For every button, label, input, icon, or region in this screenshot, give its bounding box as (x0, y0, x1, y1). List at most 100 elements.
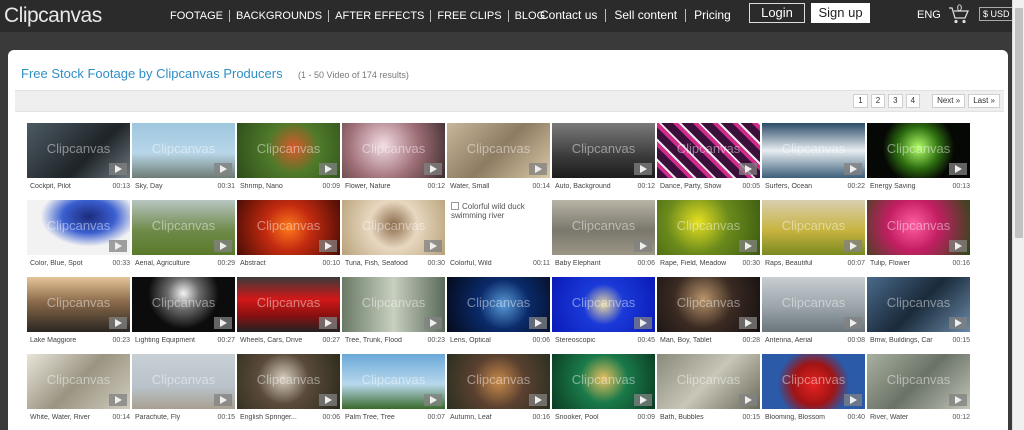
clip-card[interactable]: Clipcanvas Tulip, Flower 00:16 (867, 200, 972, 270)
clip-thumbnail[interactable]: Clipcanvas (342, 200, 445, 255)
clip-thumbnail[interactable]: Clipcanvas (762, 123, 865, 178)
clip-title[interactable]: Color, Blue, Spot (30, 260, 100, 267)
clip-card[interactable]: Clipcanvas Raps, Beautiful 00:07 (762, 200, 867, 270)
clip-title[interactable]: Lighting Equipment (135, 337, 205, 344)
play-icon[interactable] (949, 394, 967, 406)
clip-card[interactable]: Clipcanvas Tuna, Fish, Seafood 00:30 (342, 200, 447, 270)
play-icon[interactable] (214, 240, 232, 252)
clip-card[interactable]: Clipcanvas Rape, Field, Meadow 00:30 (657, 200, 762, 270)
page-scrollbar[interactable] (1012, 0, 1024, 430)
play-icon[interactable] (949, 163, 967, 175)
clip-title[interactable]: Aerial, Agriculture (135, 260, 205, 267)
clip-thumbnail[interactable]: Clipcanvas (132, 200, 235, 255)
clip-card[interactable]: Clipcanvas Water, Small 00:14 (447, 123, 552, 193)
clip-card[interactable]: Clipcanvas Lens, Optical 00:06 (447, 277, 552, 347)
clip-title[interactable]: Sky, Day (135, 183, 205, 190)
play-icon[interactable] (319, 240, 337, 252)
clip-thumbnail[interactable]: Clipcanvas (867, 200, 970, 255)
nav-free-clips[interactable]: FREE CLIPS (431, 10, 509, 22)
nav-pricing[interactable]: Pricing (686, 9, 739, 22)
clip-thumbnail[interactable]: Clipcanvas (237, 200, 340, 255)
clip-title[interactable]: Wheels, Cars, Drive (240, 337, 310, 344)
nav-sell-content[interactable]: Sell content (606, 9, 687, 22)
play-icon[interactable] (844, 317, 862, 329)
page-2[interactable]: 2 (870, 94, 886, 108)
clip-thumbnail[interactable]: Clipcanvas (552, 277, 655, 332)
clip-thumbnail[interactable]: Clipcanvas (657, 123, 760, 178)
clip-thumbnail[interactable]: Clipcanvas (762, 354, 865, 409)
nav-footage[interactable]: FOOTAGE (170, 10, 230, 22)
clip-thumbnail[interactable]: Clipcanvas (27, 354, 130, 409)
nav-backgrounds[interactable]: BACKGROUNDS (230, 10, 330, 22)
clip-thumbnail[interactable]: Clipcanvas (552, 200, 655, 255)
clip-thumbnail[interactable]: Clipcanvas (552, 354, 655, 409)
login-button[interactable]: Login (749, 3, 805, 23)
clip-thumbnail[interactable]: Clipcanvas (762, 277, 865, 332)
clip-title[interactable]: Autumn, Leaf (450, 414, 520, 421)
clip-card[interactable]: Clipcanvas Lake Maggiore 00:23 (27, 277, 132, 347)
clip-card[interactable]: Clipcanvas Man, Boy, Tablet 00:28 (657, 277, 762, 347)
clip-card[interactable]: Clipcanvas White, Water, River 00:14 (27, 354, 132, 424)
clip-card[interactable]: Colorful wild duck swimming river Colorfu… (447, 200, 552, 270)
clip-thumbnail[interactable]: Clipcanvas (132, 277, 235, 332)
nav-after-effects[interactable]: AFTER EFFECTS (329, 10, 432, 22)
clip-thumbnail[interactable]: Clipcanvas (657, 277, 760, 332)
clip-thumbnail[interactable]: Clipcanvas (447, 277, 550, 332)
clip-title[interactable]: Rape, Field, Meadow (660, 260, 730, 267)
clip-title[interactable]: Tree, Trunk, Flood (345, 337, 415, 344)
clip-thumbnail[interactable]: Clipcanvas (237, 354, 340, 409)
clip-title[interactable]: Snooker, Pool (555, 414, 625, 421)
clip-thumbnail[interactable]: Clipcanvas (342, 277, 445, 332)
clip-thumbnail[interactable]: Clipcanvas (657, 354, 760, 409)
page-3[interactable]: 3 (888, 94, 903, 108)
broken-thumbnail[interactable]: Colorful wild duck swimming river (447, 200, 550, 255)
play-icon[interactable] (739, 163, 757, 175)
clip-card[interactable]: Clipcanvas Aerial, Agriculture 00:29 (132, 200, 237, 270)
play-icon[interactable] (214, 317, 232, 329)
play-icon[interactable] (214, 394, 232, 406)
clip-title[interactable]: Raps, Beautiful (765, 260, 835, 267)
clip-thumbnail[interactable]: Clipcanvas (27, 277, 130, 332)
clip-title[interactable]: Stereoscopic (555, 337, 625, 344)
clip-thumbnail[interactable]: Clipcanvas (762, 200, 865, 255)
play-icon[interactable] (319, 317, 337, 329)
clip-title[interactable]: Lens, Optical (450, 337, 520, 344)
page-4[interactable]: 4 (905, 94, 921, 108)
play-icon[interactable] (109, 163, 127, 175)
clip-thumbnail[interactable]: Clipcanvas (27, 200, 130, 255)
clip-card[interactable]: Clipcanvas Baby Elephant 00:06 (552, 200, 657, 270)
next-page-button[interactable]: Next » (932, 94, 966, 108)
clip-thumbnail[interactable]: Clipcanvas (867, 277, 970, 332)
play-icon[interactable] (109, 394, 127, 406)
clip-thumbnail[interactable]: Clipcanvas (27, 123, 130, 178)
play-icon[interactable] (109, 317, 127, 329)
clip-card[interactable]: Clipcanvas Autumn, Leaf 00:16 (447, 354, 552, 424)
last-page-button[interactable]: Last » (968, 94, 1000, 108)
clip-title[interactable]: Auto, Background (555, 183, 625, 190)
clip-title[interactable]: Colorful, Wild (450, 260, 520, 267)
clip-title[interactable]: Flower, Nature (345, 183, 415, 190)
play-icon[interactable] (739, 240, 757, 252)
play-icon[interactable] (739, 394, 757, 406)
clip-thumbnail[interactable]: Clipcanvas (657, 200, 760, 255)
clipcanvas-logo[interactable]: Clipcanvas (4, 4, 102, 28)
clip-card[interactable]: Clipcanvas Sky, Day 00:31 (132, 123, 237, 193)
play-icon[interactable] (844, 163, 862, 175)
clip-card[interactable]: Clipcanvas Tree, Trunk, Flood 00:23 (342, 277, 447, 347)
clip-title[interactable]: Dance, Party, Show (660, 183, 730, 190)
play-icon[interactable] (949, 240, 967, 252)
clip-title[interactable]: Lake Maggiore (30, 337, 100, 344)
clip-card[interactable]: Clipcanvas English Springer... 00:06 (237, 354, 342, 424)
nav-contact-us[interactable]: Contact us (540, 9, 607, 22)
clip-thumbnail[interactable]: Clipcanvas (552, 123, 655, 178)
clip-title[interactable]: Bmw, Buildings, Car (870, 337, 940, 344)
clip-card[interactable]: Clipcanvas Parachute, Fly 00:15 (132, 354, 237, 424)
currency-selector[interactable]: $ USD (979, 7, 1014, 21)
play-icon[interactable] (844, 394, 862, 406)
clip-card[interactable]: Clipcanvas Antenna, Aerial 00:08 (762, 277, 867, 347)
clip-title[interactable]: Parachute, Fly (135, 414, 205, 421)
clip-card[interactable]: Clipcanvas Auto, Background 00:12 (552, 123, 657, 193)
clip-thumbnail[interactable]: Clipcanvas (342, 354, 445, 409)
clip-card[interactable]: Clipcanvas Lighting Equipment 00:27 (132, 277, 237, 347)
clip-title[interactable]: Surfers, Ocean (765, 183, 835, 190)
